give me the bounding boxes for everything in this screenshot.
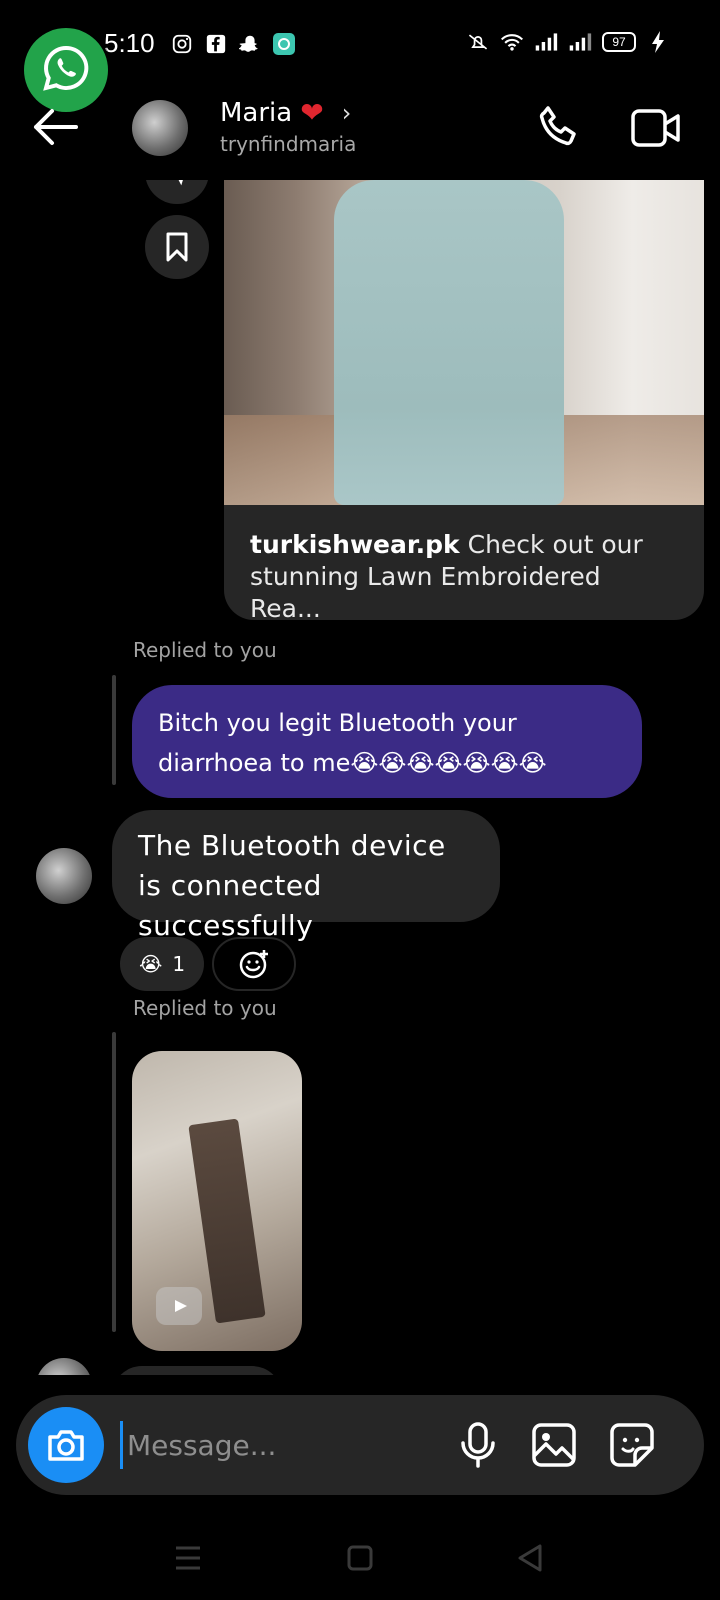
post-caption: turkishwear.pk Check out our stunning La… [224, 505, 704, 620]
contact-name[interactable]: Maria ❤ › [220, 96, 351, 129]
home-square-icon [347, 1545, 373, 1571]
share-icon [178, 180, 183, 186]
replied-label: Replied to you [133, 996, 277, 1020]
save-post-button[interactable] [145, 215, 209, 279]
camera-icon [48, 1430, 84, 1461]
sticker-icon [610, 1423, 654, 1467]
battery-icon: 97 [602, 32, 636, 52]
wifi-icon [500, 30, 524, 54]
add-emoji-icon [239, 950, 268, 979]
post-image[interactable] [224, 180, 704, 505]
heart-emoji: ❤ [300, 96, 324, 129]
video-camera-icon [631, 109, 680, 147]
incoming-message-bubble-partial[interactable] [112, 1366, 282, 1375]
recents-button[interactable] [168, 1538, 208, 1578]
message-thread[interactable]: turkishwear.pk Check out our stunning La… [0, 180, 720, 1375]
system-status-icons: 97 [466, 30, 670, 54]
back-button[interactable] [30, 102, 80, 152]
chevron-right-icon: › [341, 98, 352, 127]
post-account: turkishwear.pk [250, 530, 460, 559]
add-reaction-button[interactable] [212, 937, 296, 991]
status-bar: 5:10 97 [0, 0, 720, 90]
image-icon [532, 1423, 576, 1467]
menu-icon [176, 1546, 200, 1570]
replied-label: Replied to you [133, 638, 277, 662]
back-arrow-icon [34, 109, 78, 145]
phone-icon [539, 106, 576, 146]
crying-emoji: 😭 [138, 952, 163, 976]
sender-avatar[interactable] [36, 848, 92, 904]
back-triangle-icon [518, 1544, 542, 1572]
reaction-count: 1 [172, 952, 186, 976]
shared-post-card[interactable]: turkishwear.pk Check out our stunning La… [224, 180, 704, 620]
reel-thumbnail[interactable] [132, 1051, 302, 1351]
snapchat-icon [238, 32, 262, 56]
mute-icon [466, 30, 490, 54]
contact-avatar[interactable] [132, 100, 188, 156]
app-notification-icon [272, 32, 296, 56]
camera-button[interactable] [28, 1407, 104, 1483]
message-input[interactable] [120, 1421, 440, 1469]
reply-indicator-line [112, 675, 116, 785]
home-button[interactable] [340, 1538, 380, 1578]
signal-icon [534, 30, 558, 54]
share-button[interactable] [145, 180, 209, 204]
system-back-button[interactable] [510, 1538, 550, 1578]
message-composer [16, 1395, 704, 1495]
facebook-icon [204, 32, 228, 56]
system-navigation-bar [0, 1520, 720, 1600]
notification-icons [170, 32, 296, 56]
charging-icon [646, 30, 670, 54]
status-time: 5:10 [104, 28, 155, 58]
audio-call-button[interactable] [530, 100, 586, 156]
voice-message-button[interactable] [452, 1419, 504, 1471]
chat-header: Maria ❤ › trynfindmaria [0, 90, 720, 180]
reply-indicator-line [112, 1032, 116, 1332]
incoming-message-bubble[interactable]: The Bluetooth device is connected succes… [112, 810, 500, 942]
sender-avatar[interactable] [36, 1358, 92, 1375]
gallery-button[interactable] [528, 1419, 580, 1471]
quoted-message-bubble[interactable]: Bitch you legit Bluetooth your diarrhoea… [132, 685, 642, 798]
bookmark-icon [166, 232, 188, 262]
sticker-button[interactable] [606, 1419, 658, 1471]
reaction-chip[interactable]: 😭 1 [120, 937, 204, 991]
contact-username[interactable]: trynfindmaria [220, 132, 356, 156]
reel-icon [156, 1287, 202, 1325]
contact-name-text: Maria [220, 97, 293, 128]
instagram-icon [170, 32, 194, 56]
video-call-button[interactable] [628, 100, 684, 156]
signal-icon [568, 30, 592, 54]
microphone-icon [461, 1422, 495, 1468]
